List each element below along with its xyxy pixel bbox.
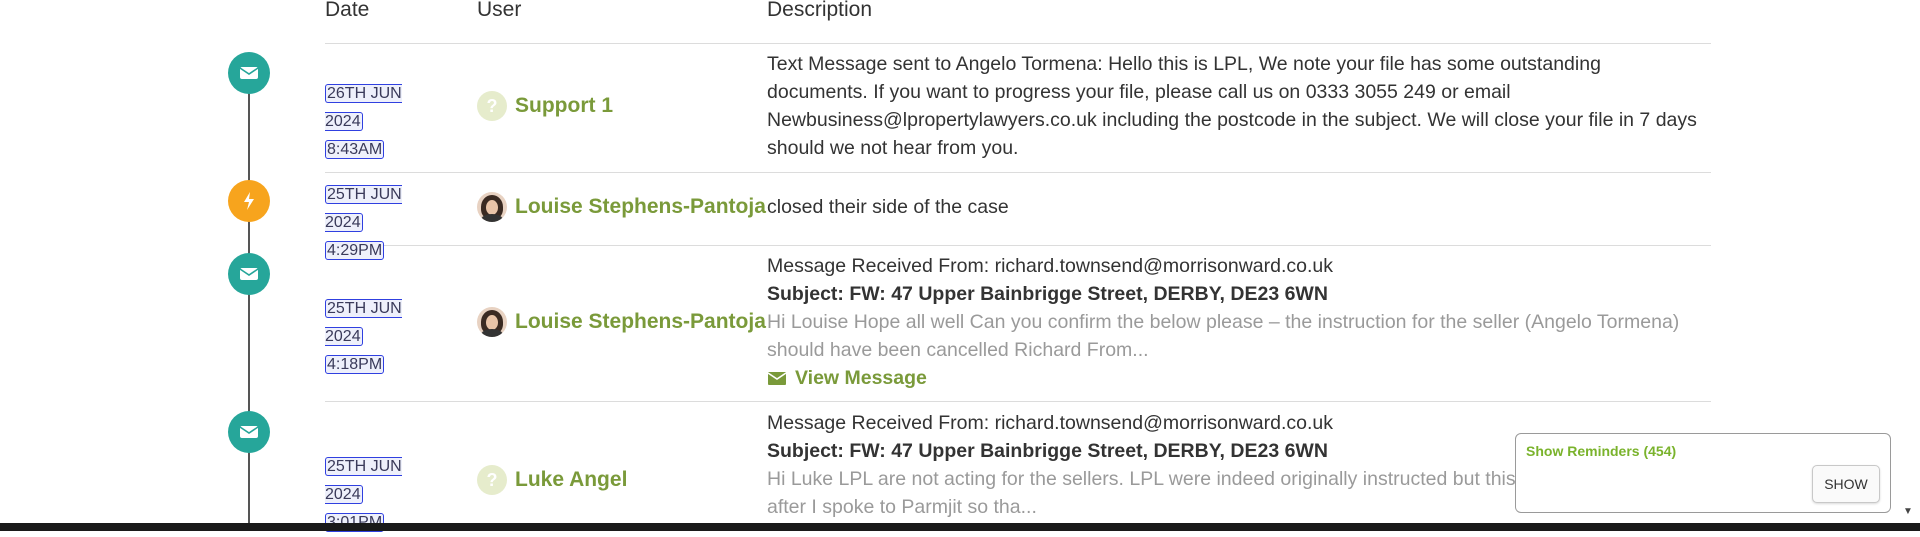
row-divider	[325, 245, 1711, 246]
entry-date[interactable]: 25TH JUN 2024 4:18PM	[325, 295, 435, 379]
user-avatar	[477, 192, 507, 222]
message-subject: Subject: FW: 47 Upper Bainbrigge Street,…	[767, 283, 1328, 305]
message-preview: Hi Louise Hope all well Can you confirm …	[767, 311, 1680, 361]
date-line[interactable]: 25TH JUN 2024	[325, 299, 402, 346]
column-header-user: User	[477, 0, 522, 21]
entry-description: Message Received From: richard.townsend@…	[767, 252, 1697, 392]
envelope-icon	[239, 268, 259, 280]
entry-user[interactable]: Louise Stephens-Pantoja	[477, 307, 766, 337]
entry-date[interactable]: 26TH JUN 2024 8:43AM	[325, 80, 435, 164]
entry-user[interactable]: ? Support 1	[477, 91, 613, 121]
time-line[interactable]: 8:43AM	[325, 140, 385, 159]
envelope-icon	[239, 67, 259, 79]
timeline-bolt-icon	[228, 180, 270, 222]
user-name[interactable]: Louise Stephens-Pantoja	[515, 195, 766, 219]
row-divider	[325, 172, 1711, 173]
entry-user[interactable]: ? Luke Angel	[477, 465, 627, 495]
time-line[interactable]: 4:29PM	[325, 241, 385, 260]
entry-date[interactable]: 25TH JUN 2024 4:29PM	[325, 181, 435, 265]
row-divider	[325, 401, 1711, 402]
bolt-icon	[244, 192, 254, 210]
row-divider	[325, 43, 1711, 44]
scroll-down-arrow-icon[interactable]: ▼	[1903, 506, 1915, 518]
view-message-label[interactable]: View Message	[795, 364, 927, 392]
show-reminders-button[interactable]: SHOW	[1812, 465, 1880, 503]
column-header-date: Date	[325, 0, 370, 21]
user-name[interactable]: Luke Angel	[515, 468, 627, 492]
envelope-icon	[239, 426, 259, 438]
envelope-icon	[767, 371, 787, 385]
timeline-envelope-icon	[228, 411, 270, 453]
user-name[interactable]: Support 1	[515, 94, 613, 118]
date-line[interactable]: 25TH JUN 2024	[325, 457, 402, 504]
reminders-panel: Show Reminders (454) SHOW	[1515, 433, 1891, 513]
entry-description: Text Message sent to Angelo Tormena: Hel…	[767, 53, 1697, 159]
message-from: Message Received From: richard.townsend@…	[767, 255, 1334, 277]
entry-description: closed their side of the case	[767, 196, 1009, 218]
time-line[interactable]: 4:18PM	[325, 355, 385, 374]
date-line[interactable]: 25TH JUN 2024	[325, 185, 402, 232]
entry-user[interactable]: Louise Stephens-Pantoja	[477, 192, 766, 222]
column-header-description: Description	[767, 0, 873, 21]
date-line[interactable]: 26TH JUN 2024	[325, 84, 402, 131]
bottom-bar	[0, 523, 1920, 531]
user-avatar	[477, 307, 507, 337]
timeline-envelope-icon	[228, 253, 270, 295]
timeline-line	[248, 72, 250, 531]
user-name[interactable]: Louise Stephens-Pantoja	[515, 310, 766, 334]
unknown-user-avatar-icon: ?	[477, 465, 507, 495]
show-reminders-link[interactable]: Show Reminders (454)	[1526, 443, 1676, 459]
view-message-link[interactable]: View Message	[767, 364, 1697, 392]
timeline-envelope-icon	[228, 52, 270, 94]
unknown-user-avatar-icon: ?	[477, 91, 507, 121]
